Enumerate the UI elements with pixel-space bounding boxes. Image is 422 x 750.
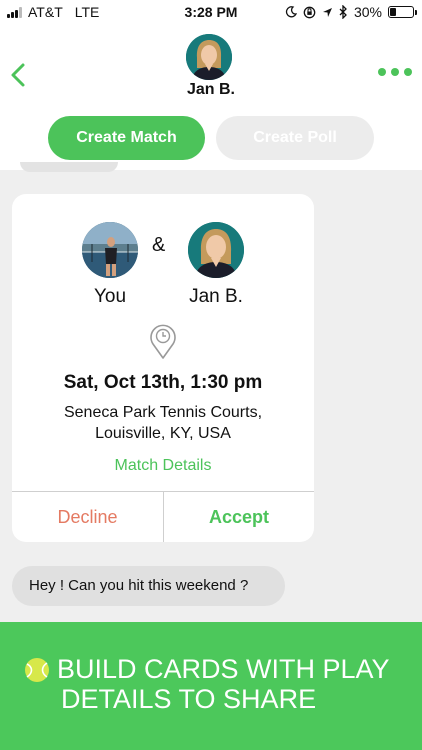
battery-icon — [388, 6, 417, 18]
match-card: & You Jan B. Sat, Oct 13th, 1:30 pm Sene… — [12, 194, 314, 542]
accept-button[interactable]: Accept — [164, 492, 314, 542]
match-details-link[interactable]: Match Details — [12, 457, 314, 475]
contact-portrait-icon — [186, 34, 232, 80]
moon-icon — [285, 6, 297, 18]
more-dots-icon[interactable] — [378, 68, 412, 76]
chat-header: Jan B. Create Match Create Poll — [0, 24, 422, 170]
create-poll-button[interactable]: Create Poll — [216, 116, 374, 160]
promo-headline-line-2: DETAILS TO SHARE — [61, 684, 317, 714]
status-right: 30% — [285, 4, 417, 20]
player-two-avatar — [188, 222, 244, 278]
create-match-button[interactable]: Create Match — [48, 116, 205, 160]
message-bubble[interactable]: Hey ! Can you hit this weekend ? — [12, 566, 285, 606]
location-icon — [322, 7, 332, 17]
player-one-photo-icon — [82, 222, 138, 278]
battery-percent: 30% — [353, 4, 382, 20]
player-one-avatar — [82, 222, 138, 278]
decline-button[interactable]: Decline — [12, 492, 163, 542]
promo-banner: BUILD CARDS WITH PLAY DETAILS TO SHARE — [0, 622, 422, 750]
match-location: Seneca Park Tennis Courts, Louisville, K… — [12, 402, 314, 444]
location-line-2: Louisville, KY, USA — [95, 425, 231, 442]
player-one-name: You — [93, 286, 127, 307]
players-separator: & — [152, 234, 166, 256]
previous-message-bubble — [20, 162, 118, 172]
contact-avatar[interactable] — [186, 34, 232, 80]
bluetooth-icon — [339, 5, 347, 19]
player-two-photo-icon — [188, 222, 244, 278]
status-bar: AT&T LTE 3:28 PM 30% — [0, 0, 422, 24]
match-date-time: Sat, Oct 13th, 1:30 pm — [63, 372, 263, 393]
clock-pin-icon — [150, 324, 176, 359]
location-line-1: Seneca Park Tennis Courts, — [63, 404, 263, 421]
orientation-lock-icon — [303, 6, 316, 18]
battery-level — [390, 8, 396, 16]
player-two-name: Jan B. — [189, 286, 243, 307]
promo-headline-line-1: BUILD CARDS WITH PLAY — [57, 654, 390, 684]
contact-name: Jan B. — [186, 81, 235, 98]
tennis-ball-icon — [25, 658, 49, 682]
